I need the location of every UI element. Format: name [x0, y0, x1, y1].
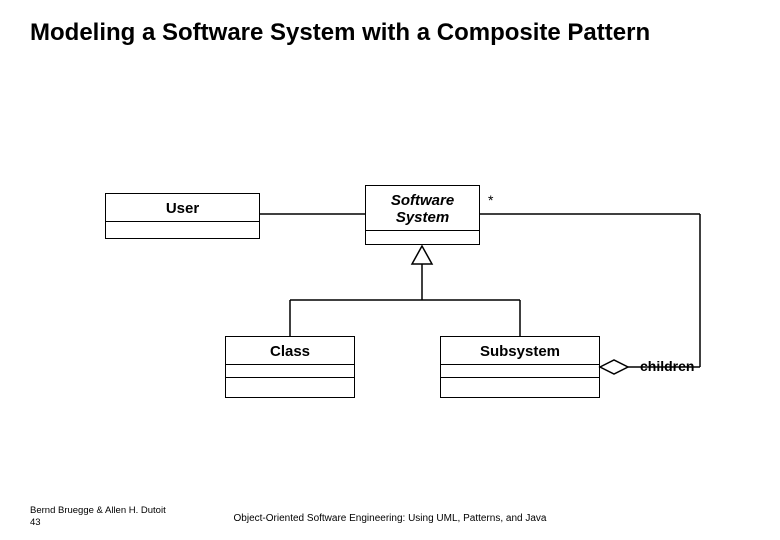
uml-class-class: Class: [225, 336, 355, 398]
children-role-label: children: [640, 358, 694, 374]
slide-title: Modeling a Software System with a Compos…: [30, 18, 730, 48]
uml-class-subsystem-name: Subsystem: [441, 337, 599, 364]
uml-class-class-name: Class: [226, 337, 354, 364]
uml-class-subsystem: Subsystem: [440, 336, 600, 398]
uml-class-user-name: User: [106, 194, 259, 221]
uml-connectors: [0, 0, 780, 540]
uml-class-software-system-name: Software System: [366, 186, 479, 230]
uml-divider: [226, 364, 354, 377]
generalization-arrowhead: [412, 246, 432, 264]
uml-divider: [226, 377, 354, 390]
aggregation-diamond: [600, 360, 628, 374]
uml-divider: [441, 377, 599, 390]
uml-class-software-system: Software System: [365, 185, 480, 245]
multiplicity-star-label: *: [488, 192, 493, 208]
uml-divider: [366, 230, 479, 243]
uml-class-user: User: [105, 193, 260, 239]
uml-divider: [106, 221, 259, 234]
uml-divider: [441, 364, 599, 377]
footer-book-title: Object-Oriented Software Engineering: Us…: [0, 513, 780, 524]
